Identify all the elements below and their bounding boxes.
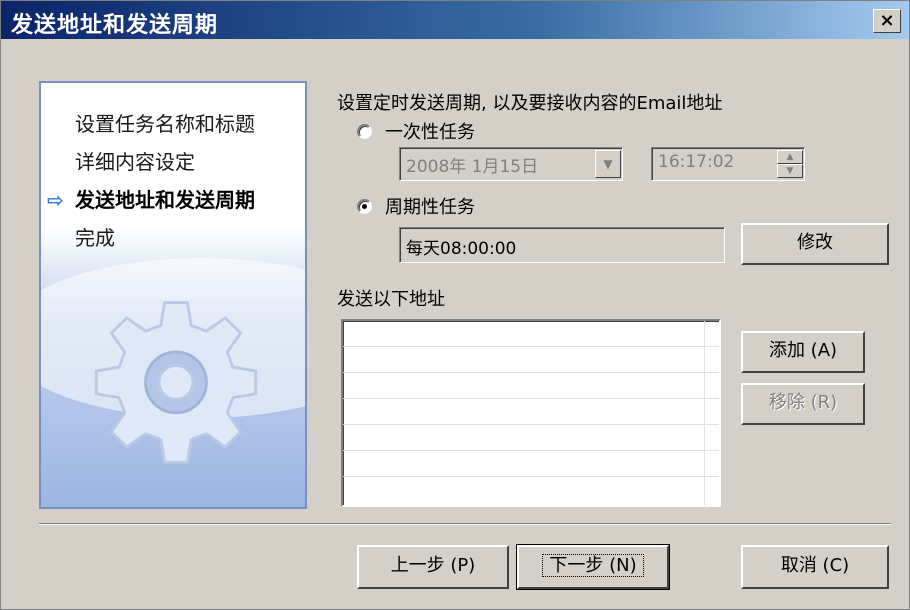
- wizard-step-list: 设置任务名称和标题 详细内容设定 ⇨ 发送地址和发送周期 完成: [47, 105, 255, 257]
- periodic-schedule-value: 每天08:00:00: [406, 239, 517, 259]
- window-title: 发送地址和发送周期: [11, 13, 219, 38]
- list-item[interactable]: [343, 451, 719, 477]
- wizard-dialog: 发送地址和发送周期 × 设置任务名称和标题 详细内容设定 ⇨ 发送地址和发送周期…: [0, 0, 910, 610]
- spin-down-icon: ▼: [786, 166, 794, 176]
- modify-button[interactable]: 修改: [741, 223, 889, 265]
- time-spin-down[interactable]: ▼: [777, 164, 803, 178]
- wizard-step-2: 详细内容设定: [75, 150, 195, 174]
- wizard-step-4: 完成: [75, 226, 115, 250]
- once-task-label: 一次性任务: [385, 122, 475, 143]
- time-spin-up[interactable]: ▲: [777, 150, 803, 164]
- periodic-schedule-field: 每天08:00:00: [399, 227, 725, 263]
- dropdown-arrow-icon: ▼: [603, 157, 613, 171]
- date-dropdown-button[interactable]: ▼: [595, 150, 621, 178]
- gear-icon: [94, 301, 258, 464]
- close-button[interactable]: ×: [873, 9, 901, 33]
- list-item[interactable]: [343, 373, 719, 399]
- list-item[interactable]: [343, 347, 719, 373]
- once-task-radio[interactable]: [357, 124, 372, 139]
- address-list-label: 发送以下地址: [337, 289, 445, 310]
- back-button[interactable]: 上一步 (P): [357, 545, 509, 589]
- wizard-steps-panel: 设置任务名称和标题 详细内容设定 ⇨ 发送地址和发送周期 完成: [39, 81, 307, 509]
- add-address-button[interactable]: 添加 (A): [741, 331, 865, 373]
- wizard-step-1: 设置任务名称和标题: [75, 112, 255, 136]
- cancel-button[interactable]: 取消 (C): [741, 545, 889, 589]
- once-date-picker[interactable]: 2008年 1月15日: [399, 147, 623, 181]
- wizard-step-3-current: ⇨ 发送地址和发送周期: [47, 181, 255, 219]
- address-list[interactable]: [341, 319, 721, 507]
- list-divider: [704, 321, 705, 505]
- title-bar: 发送地址和发送周期 ×: [1, 1, 909, 39]
- next-button-label: 下一步 (N): [542, 554, 644, 577]
- once-date-value: 2008年 1月15日: [406, 157, 539, 177]
- once-time-value: 16:17:02: [658, 152, 735, 172]
- list-item[interactable]: [343, 425, 719, 451]
- remove-address-button[interactable]: 移除 (R): [741, 383, 865, 425]
- periodic-task-radio[interactable]: [357, 199, 372, 214]
- list-item[interactable]: [343, 321, 719, 347]
- arrow-right-icon: ⇨: [47, 188, 64, 212]
- next-button[interactable]: 下一步 (N): [516, 544, 670, 590]
- list-item[interactable]: [343, 399, 719, 425]
- footer-separator: [39, 523, 891, 525]
- periodic-task-label: 周期性任务: [385, 197, 475, 218]
- instruction-text: 设置定时发送周期, 以及要接收内容的Email地址: [337, 93, 723, 114]
- close-icon: ×: [879, 10, 895, 31]
- spin-up-icon: ▲: [786, 152, 794, 162]
